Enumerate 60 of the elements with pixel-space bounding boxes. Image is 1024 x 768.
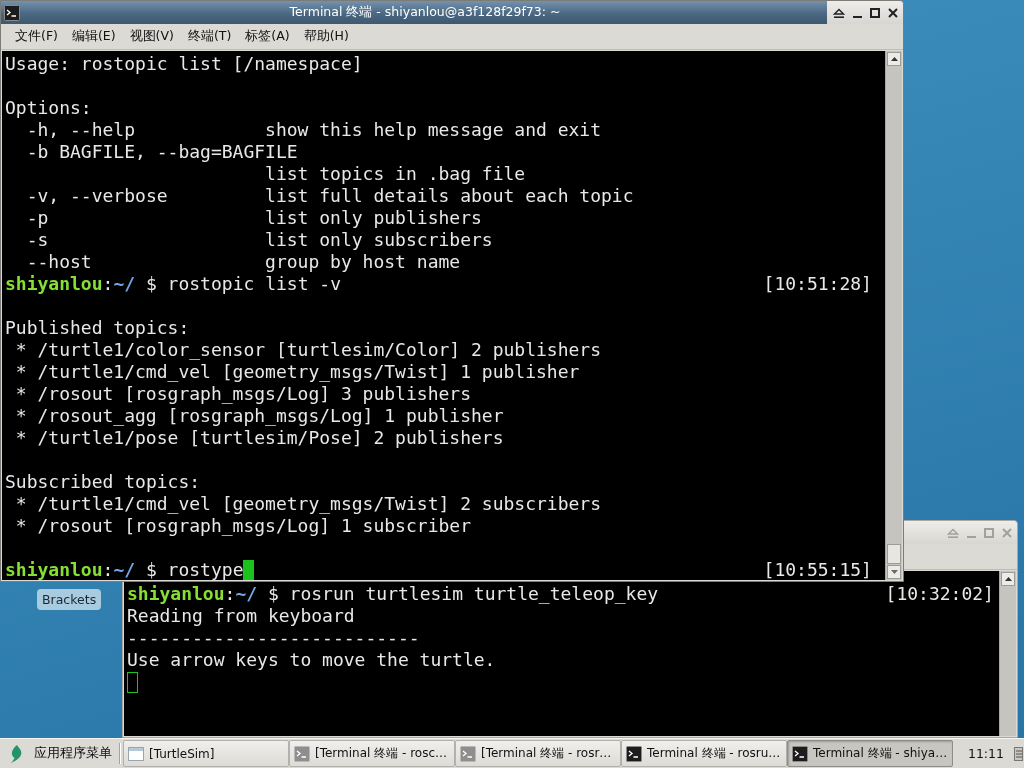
menu-item[interactable]: 帮助(H): [296, 25, 356, 48]
terminal-text: * /turtle1/color_sensor [turtlesim/Color] 2 publishers: [15, 339, 602, 361]
option-help-text: group by host name: [265, 251, 461, 273]
terminal-text: Usage: rostopic list [/namespace]: [5, 53, 363, 75]
terminal-text: Published topics:: [5, 317, 190, 339]
triangle-up-icon: [1004, 577, 1012, 581]
leaf-icon: [9, 744, 24, 763]
triangle-up-icon: [890, 57, 898, 61]
option-help-text: list only subscribers: [265, 229, 493, 251]
timestamp: [10:55:15]: [763, 559, 872, 580]
scroll-up-button[interactable]: [887, 52, 901, 66]
terminal-text: * /turtle1/cmd_vel [geometry_msgs/Twist] 2 subscribers: [15, 493, 602, 515]
terminal-text: * /turtle1/pose [turtlesim/Pose] 2 publishers: [15, 427, 504, 449]
terminal-text: Reading from keyboard: [127, 605, 355, 627]
terminal-text: Options:: [5, 97, 92, 119]
prompt-line: shiyanlou:~/ $ rostype: [5, 559, 244, 580]
option-name: -p: [26, 207, 49, 229]
scrollbar-thumb[interactable]: [887, 544, 901, 564]
option-name: -h, --help: [26, 119, 136, 141]
scroll-up-button[interactable]: [1001, 572, 1015, 586]
triangle-down-icon: [890, 570, 898, 574]
menu-item[interactable]: 编辑(E): [64, 25, 123, 48]
scroll-down-button[interactable]: [887, 565, 901, 579]
option-name: -s: [26, 229, 49, 251]
menu-item[interactable]: 视图(V): [122, 25, 181, 48]
terminal-text: Subscribed topics:: [5, 471, 201, 493]
window-title: Terminal 终端 - shiyanlou@a3f128f29f73: ~: [288, 4, 562, 21]
prompt-line: shiyanlou:~/ $ rostopic list -v: [5, 273, 341, 295]
timestamp: [10:51:28]: [763, 273, 872, 295]
timestamp: [10:32:02]: [885, 583, 994, 605]
terminal-text: ---------------------------: [127, 627, 420, 649]
taskbar-button[interactable]: Terminal 终端 - rosru…: [621, 740, 787, 767]
prompt-line: shiyanlou:~/ $ rosrun turtlesim turtle_teleop_key: [127, 583, 659, 605]
terminal-text: Use arrow keys to move the turtle.: [127, 649, 496, 671]
option-help-text: list full details about each topic: [265, 185, 634, 207]
desktop-icon-label[interactable]: Brackets: [37, 589, 102, 610]
menu-item[interactable]: 文件(F): [8, 25, 65, 48]
maximize-icon[interactable]: [870, 7, 880, 18]
terminal-text: * /rosout [rosgraph_msgs/Log] 3 publishers: [15, 383, 471, 405]
taskbar-button[interactable]: [TurtleSim]: [123, 740, 289, 767]
option-help-text: list topics in .bag file: [265, 163, 526, 185]
option-help-text: show this help message and exit: [265, 119, 602, 141]
clock: 11:11: [967, 746, 1004, 761]
option-help-text: list only publishers: [265, 207, 482, 229]
menu-item[interactable]: 标签(A): [238, 25, 297, 48]
option-name: --host: [26, 251, 92, 273]
taskbar-button[interactable]: [Terminal 终端 - rosr…: [455, 740, 621, 767]
keyboard-icon[interactable]: [1014, 746, 1023, 761]
terminal-text: * /rosout_agg [rosgraph_msgs/Log] 1 publisher: [15, 405, 504, 427]
option-name: -v, --verbose: [26, 185, 168, 207]
option-name: -b BAGFILE, --bag=BAGFILE: [26, 141, 298, 163]
terminal-text: * /turtle1/cmd_vel [geometry_msgs/Twist] 1 publisher: [15, 361, 580, 383]
close-icon[interactable]: [888, 7, 898, 18]
eject-icon[interactable]: [833, 7, 845, 18]
terminal-text: * /rosout [rosgraph_msgs/Log] 1 subscriber: [15, 515, 471, 537]
menu-item[interactable]: 终端(T): [180, 25, 239, 48]
app-menu-button[interactable]: 应用程序菜单: [0, 740, 117, 767]
taskbar-button[interactable]: Terminal 终端 - shiya…: [787, 740, 953, 767]
taskbar-button[interactable]: [Terminal 终端 - rosc…: [289, 740, 455, 767]
terminal-icon[interactable]: [4, 4, 20, 21]
